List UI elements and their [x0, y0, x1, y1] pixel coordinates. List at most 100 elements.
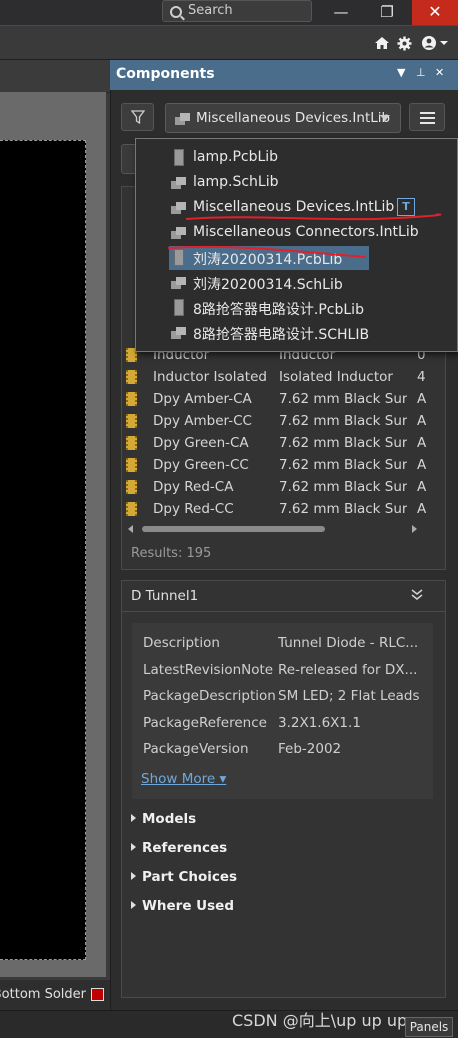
property-key: PackageVersion — [143, 741, 249, 757]
property-row: Description Tunnel Diode - RLC... — [143, 635, 418, 651]
dropdown-item-label: 8路抢答器电路设计.SCHLIB — [193, 327, 370, 343]
table-row[interactable]: Dpy Amber-CC 7.62 mm Black Surf... A — [122, 411, 445, 433]
intlib-icon — [171, 227, 187, 239]
home-icon[interactable] — [374, 36, 390, 50]
component-name: Inductor Isolated — [153, 369, 267, 385]
show-more-link[interactable]: Show More ▾ — [141, 771, 226, 787]
dropdown-item[interactable]: lamp.SchLib — [136, 171, 457, 195]
pcblib-icon — [174, 249, 184, 266]
pcblib-icon — [174, 149, 184, 166]
component-icon — [126, 436, 137, 450]
property-row: PackageDescription SM LED; 2 Flat Leads — [143, 688, 420, 704]
minimize-button[interactable]: — — [322, 0, 360, 25]
property-value: Re-released for DX... — [278, 661, 418, 678]
component-extra: A — [417, 479, 427, 495]
component-name: Dpy Amber-CC — [153, 413, 252, 429]
global-search-input[interactable]: Search — [162, 0, 312, 22]
horizontal-scrollbar[interactable] — [122, 522, 445, 536]
watermark: CSDN @向上\up up up — [232, 1011, 408, 1030]
property-key: LatestRevisionNote — [143, 661, 274, 678]
results-count: Results: 195 — [131, 546, 212, 561]
section-where-used[interactable]: Where Used — [131, 898, 234, 914]
property-row: PackageReference 3.2X1.6X1.1 — [143, 714, 361, 731]
panel-menu-caret-icon[interactable]: ▼ — [397, 66, 405, 79]
scrollbar-thumb — [142, 526, 325, 532]
restore-button[interactable]: ❐ — [368, 0, 406, 25]
library-select-value: Miscellaneous Devices.IntLib — [196, 110, 391, 126]
close-button[interactable]: ✕ — [412, 0, 458, 25]
expand-icon — [131, 901, 136, 909]
dropdown-item-label: Miscellaneous Devices.IntLib — [193, 199, 395, 215]
collapse-icon[interactable] — [410, 588, 424, 602]
panel-close-icon[interactable]: ✕ — [435, 66, 444, 79]
layer-tab-bottom-solder[interactable]: Bottom Solder — [0, 987, 86, 1002]
pcb-canvas[interactable] — [0, 140, 86, 960]
pin-icon[interactable]: ⊥ — [416, 66, 426, 79]
dropdown-item[interactable]: 8路抢答器电路设计.PcbLib — [136, 296, 457, 320]
search-icon — [170, 6, 182, 18]
component-name: Dpy Green-CA — [153, 435, 249, 451]
property-key: PackageDescription — [143, 688, 276, 704]
component-description: 7.62 mm Black Surf... — [279, 479, 407, 495]
section-references[interactable]: References — [131, 840, 227, 856]
pcblib-icon — [174, 299, 184, 316]
table-row[interactable]: Dpy Green-CA 7.62 mm Black Surf... A — [122, 433, 445, 455]
component-extra: 4 — [417, 369, 426, 385]
dropdown-item[interactable]: 刘涛20200314.SchLib — [136, 271, 457, 295]
component-name: Dpy Green-CC — [153, 457, 249, 473]
dropdown-item-label: lamp.PcbLib — [193, 149, 279, 165]
schlib-icon — [171, 277, 187, 289]
table-row[interactable]: Inductor Isolated Isolated Inductor 4 — [122, 367, 445, 389]
dropdown-item[interactable]: 8路抢答器电路设计.SCHLIB — [136, 321, 457, 345]
scroll-right-icon — [412, 525, 417, 533]
component-extra: A — [417, 413, 427, 429]
dropdown-item-label: 刘涛20200314.SchLib — [193, 277, 343, 293]
tooltip-badge-icon: T — [397, 198, 415, 216]
intlib-icon — [171, 202, 187, 214]
section-label: Where Used — [142, 898, 234, 914]
property-value: Tunnel Diode - RLC... — [278, 635, 419, 651]
section-label: References — [142, 840, 228, 856]
section-part-choices[interactable]: Part Choices — [131, 869, 237, 885]
section-label: Models — [142, 811, 197, 827]
table-row[interactable]: Dpy Amber-CA 7.62 mm Black Surf... A — [122, 389, 445, 411]
dropdown-item[interactable]: 刘涛20200314.PcbLib — [136, 246, 457, 270]
component-name: Dpy Red-CC — [153, 501, 234, 517]
component-icon — [126, 458, 137, 472]
panel-options-button[interactable] — [409, 103, 445, 131]
panels-button[interactable]: Panels — [405, 1017, 453, 1037]
component-name: Dpy Red-CA — [153, 479, 234, 495]
table-row[interactable]: Dpy Red-CA 7.62 mm Black Surf... A — [122, 477, 445, 499]
component-description: 7.62 mm Black Surf... — [279, 391, 407, 407]
component-extra: A — [417, 501, 427, 517]
dropdown-item[interactable]: Miscellaneous Connectors.IntLib — [136, 221, 457, 245]
dropdown-item-label: Miscellaneous Connectors.IntLib — [193, 224, 419, 240]
panel-title: Components — [116, 66, 215, 82]
component-extra: A — [417, 457, 427, 473]
table-row[interactable]: Dpy Green-CC 7.62 mm Black Surf... A — [122, 455, 445, 477]
filter-button[interactable] — [121, 103, 154, 131]
expand-icon — [131, 814, 136, 822]
property-value: 3.2X1.6X1.1 — [278, 714, 361, 731]
intlib-icon — [175, 113, 191, 125]
layer-color-swatch — [91, 988, 104, 1001]
component-extra: A — [417, 391, 427, 407]
search-placeholder: Search — [188, 3, 233, 18]
dropdown-item[interactable]: lamp.PcbLib — [136, 146, 457, 170]
section-label: Part Choices — [142, 869, 238, 885]
property-key: PackageReference — [143, 714, 267, 731]
property-row: PackageVersion Feb-2002 — [143, 741, 341, 757]
expand-icon — [131, 872, 136, 880]
section-models[interactable]: Models — [131, 811, 196, 827]
dropdown-item-label: 刘涛20200314.PcbLib — [193, 252, 343, 268]
component-description: 7.62 mm Black Surf... — [279, 413, 407, 429]
component-icon — [126, 370, 137, 384]
user-icon[interactable] — [421, 35, 449, 51]
filter-icon — [130, 110, 145, 125]
component-name: Dpy Amber-CA — [153, 391, 252, 407]
details-title: D Tunnel1 — [131, 588, 199, 604]
dropdown-item-label: lamp.SchLib — [193, 174, 279, 190]
library-select[interactable]: Miscellaneous Devices.IntLib — [165, 103, 401, 133]
gear-icon[interactable] — [397, 36, 412, 51]
table-row[interactable]: Dpy Red-CC 7.62 mm Black Surf... A — [122, 499, 445, 521]
